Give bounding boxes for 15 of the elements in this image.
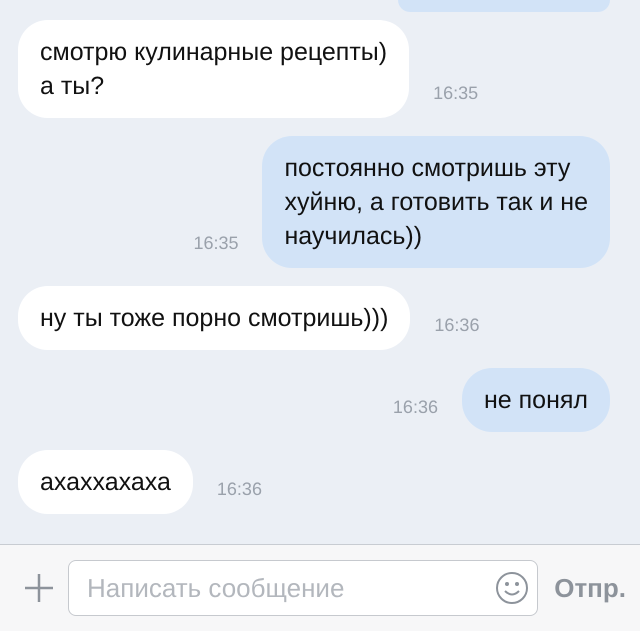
message-bubble: ну ты тоже порно смотришь))): [18, 286, 410, 350]
message-bubble: смотрю кулинарные рецепты) а ты?: [18, 20, 410, 118]
send-button[interactable]: Отпр.: [550, 572, 630, 604]
message-bubble: ахаххахаха: [18, 450, 193, 514]
plus-icon[interactable]: [22, 571, 56, 605]
message-input-field[interactable]: Написать сообщение: [68, 560, 538, 616]
message-bubble: постоянно смотришь эту хуйню, а готовить так и не научилась)): [262, 136, 610, 268]
message-time: 16:36: [434, 315, 480, 336]
message-text-input[interactable]: Написать сообщение: [85, 572, 488, 604]
smiley-icon[interactable]: [495, 571, 530, 605]
message-bubble: не понял: [462, 368, 610, 432]
message-time: 16:35: [193, 233, 238, 254]
message-time: 16:36: [216, 479, 262, 500]
message-time: 16:35: [433, 83, 478, 104]
message-time: 16:36: [392, 397, 438, 418]
